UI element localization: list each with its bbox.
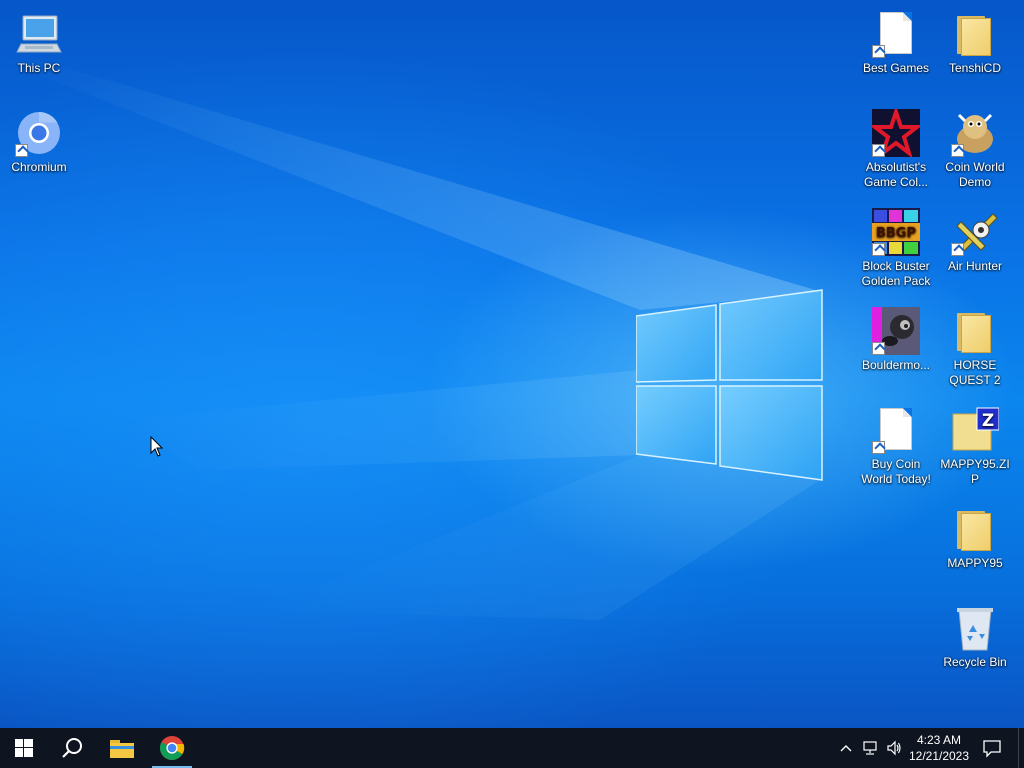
shortcut-arrow-icon — [872, 45, 885, 58]
computer-icon — [15, 10, 63, 58]
block-buster-icon: BBGP — [872, 208, 920, 256]
show-desktop-button[interactable] — [1018, 728, 1024, 768]
chromium-icon — [15, 109, 63, 157]
desktop-icon-tenshicd[interactable]: TenshiCD — [936, 2, 1014, 76]
document-icon — [872, 406, 920, 454]
windows-logo-wallpaper — [636, 289, 823, 481]
chrome-icon — [159, 736, 185, 761]
taskbar-chrome[interactable] — [148, 728, 196, 768]
icon-label: Bouldermo... — [861, 358, 931, 372]
desktop-icon-bouldermo[interactable]: Bouldermo... — [857, 299, 935, 373]
shortcut-arrow-icon — [872, 144, 885, 157]
desktop-icon-block-buster[interactable]: BBGP Block Buster Golden Pack — [857, 200, 935, 289]
desktop-icon-mappy95[interactable]: MAPPY95 — [936, 497, 1014, 571]
icon-label: MAPPY95.ZIP — [940, 457, 1010, 486]
folder-icon — [951, 307, 999, 355]
search-button[interactable] — [48, 728, 96, 768]
icon-label: Buy Coin World Today! — [861, 457, 931, 486]
desktop-icon-mappy95-zip[interactable]: Z MAPPY95.ZIP — [936, 398, 1014, 487]
icon-label: HORSE QUEST 2 — [949, 358, 1001, 387]
zip-archive-icon: Z — [951, 406, 1000, 454]
shortcut-arrow-icon — [872, 342, 885, 355]
desktop-icon-horse-quest[interactable]: HORSE QUEST 2 — [936, 299, 1014, 388]
icon-label: Coin World Demo — [945, 160, 1005, 189]
clock-date: 12/21/2023 — [908, 749, 970, 763]
taskbar: 4:23 AM 12/21/2023 — [0, 728, 1024, 768]
icon-label: Chromium — [11, 160, 67, 174]
icon-label: TenshiCD — [948, 61, 1002, 75]
shortcut-arrow-icon — [951, 243, 964, 256]
volume-icon[interactable] — [886, 740, 902, 756]
desktop[interactable]: This PC Chromium Best Games Absolutist's… — [0, 0, 1024, 728]
folder-icon — [951, 10, 999, 58]
shortcut-arrow-icon — [15, 144, 28, 157]
desktop-icon-recycle-bin[interactable]: Recycle Bin — [936, 596, 1014, 670]
folder-icon — [951, 505, 999, 553]
windows-start-icon — [15, 739, 33, 757]
bouldermo-icon — [872, 307, 920, 355]
desktop-icon-coin-world-demo[interactable]: Coin World Demo — [936, 101, 1014, 190]
network-icon[interactable] — [862, 740, 878, 756]
recycle-bin-icon — [951, 604, 999, 652]
absolutist-star-icon — [869, 105, 923, 159]
icon-label: This PC — [17, 61, 61, 75]
icon-label: Air Hunter — [947, 259, 1003, 273]
shortcut-arrow-icon — [872, 243, 885, 256]
desktop-icon-buy-coin-world[interactable]: Buy Coin World Today! — [857, 398, 935, 487]
shortcut-arrow-icon — [951, 144, 964, 157]
chevron-up-icon[interactable] — [838, 740, 854, 756]
clock-time: 4:23 AM — [916, 733, 962, 747]
desktop-icon-best-games[interactable]: Best Games — [857, 2, 935, 76]
shortcut-arrow-icon — [872, 441, 885, 454]
system-clock[interactable]: 4:23 AM 12/21/2023 — [904, 732, 974, 764]
mouse-cursor-icon — [150, 436, 164, 457]
taskbar-file-explorer[interactable] — [98, 728, 146, 768]
action-center-icon[interactable] — [982, 738, 1002, 758]
desktop-icon-this-pc[interactable]: This PC — [0, 2, 78, 76]
start-button[interactable] — [0, 728, 48, 768]
file-explorer-icon — [110, 740, 134, 758]
icon-label: Best Games — [862, 61, 930, 75]
airplane-icon — [951, 208, 999, 256]
svg-text:BBGP: BBGP — [876, 226, 916, 241]
coin-world-character-icon — [951, 109, 999, 157]
desktop-icon-air-hunter[interactable]: Air Hunter — [936, 200, 1014, 274]
icon-label: Absolutist's Game Col... — [863, 160, 929, 189]
icon-label: MAPPY95 — [947, 556, 1003, 570]
search-icon — [62, 738, 82, 758]
svg-text:Z: Z — [982, 411, 994, 431]
icon-label: Recycle Bin — [943, 655, 1007, 669]
desktop-icon-absolutist[interactable]: Absolutist's Game Col... — [857, 101, 935, 190]
icon-label: Block Buster Golden Pack — [861, 259, 931, 288]
desktop-icon-chromium[interactable]: Chromium — [0, 101, 78, 175]
document-icon — [872, 10, 920, 58]
